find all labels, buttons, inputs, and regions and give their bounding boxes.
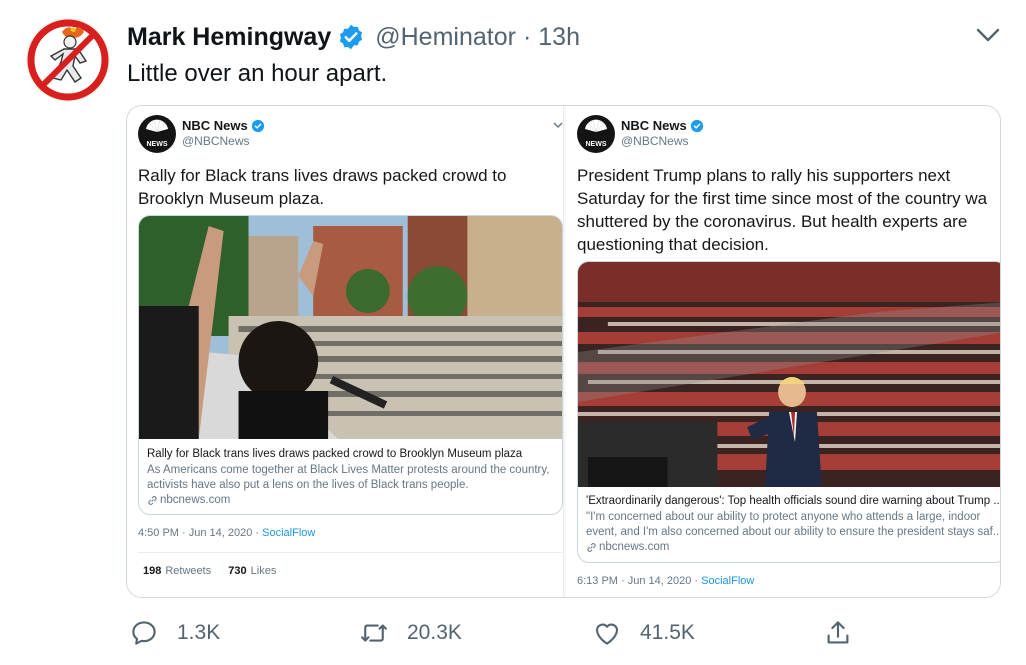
source-name[interactable]: NBC News <box>621 118 704 133</box>
reply-button[interactable]: 1.3K <box>129 615 220 651</box>
source-name-text: NBC News <box>182 118 248 133</box>
tweet-text-line: questioning that decision. <box>577 235 769 254</box>
source-name-text: NBC News <box>621 118 687 133</box>
link-card-title: Rally for Black trans lives draws packed… <box>147 448 523 460</box>
link-card[interactable]: Rally for Black trans lives draws packed… <box>138 215 563 515</box>
retweets-label: Retweets <box>165 565 212 577</box>
separator-dot: · <box>522 22 532 51</box>
chevron-down-icon[interactable] <box>974 24 1002 46</box>
retweets-stat[interactable]: 198 Retweets <box>143 565 211 577</box>
link-icon <box>148 496 157 505</box>
avatar-running-man-image <box>27 19 109 101</box>
like-count: 41.5K <box>640 621 695 644</box>
nbc-logo-icon[interactable]: NEWS <box>577 115 615 153</box>
source-name[interactable]: NBC News <box>182 118 265 133</box>
campaign-rally-photo <box>578 262 1000 487</box>
tweet-header: Mark Hemingway @Heminator · 13h <box>127 20 580 54</box>
embedded-tweet-text: President Trump plans to rally his suppo… <box>577 164 987 256</box>
tweet-text: Little over an hour apart. <box>127 60 388 87</box>
source-app-link[interactable]: SocialFlow <box>701 575 754 587</box>
tweet-text-line: President Trump plans to rally his suppo… <box>577 166 951 185</box>
retweets-count: 198 <box>143 565 162 577</box>
share-icon <box>827 621 849 644</box>
timestamp-text: 4:50 PM · Jun 14, 2020 · <box>138 527 263 539</box>
verified-badge-icon <box>340 24 363 50</box>
tweet-text-line: shuttered by the coronavirus. But health… <box>577 212 968 231</box>
retweet-button[interactable]: 20.3K <box>359 615 462 651</box>
svg-text:NEWS: NEWS <box>586 141 607 148</box>
link-card-domain: nbcnews.com <box>586 540 669 555</box>
rally-crowd-photo <box>139 216 562 439</box>
tweet-text-line: Rally for Black trans lives draws packed… <box>138 166 507 185</box>
timestamp-text: 6:13 PM · Jun 14, 2020 · <box>577 575 702 587</box>
reply-icon <box>132 621 156 645</box>
link-card-description-line: As Americans come together at Black Live… <box>147 464 550 476</box>
tweet-time[interactable]: 13h <box>538 23 580 52</box>
author-avatar[interactable] <box>26 18 110 102</box>
chevron-down-icon[interactable] <box>552 120 564 130</box>
embedded-tweet-text: Rally for Black trans lives draws packed… <box>138 164 506 210</box>
link-card-domain-text: nbcnews.com <box>599 541 670 553</box>
likes-count: 730 <box>228 565 247 577</box>
quoted-tweets-panel: NEWS NBC News @NBCNews Rally for Black t… <box>126 105 1001 598</box>
divider <box>138 552 563 553</box>
likes-label: Likes <box>250 565 277 577</box>
embedded-tweet-right[interactable]: NEWS NBC News @NBCNews President Trump p… <box>566 106 1001 597</box>
tweet-text-line: Brooklyn Museum plaza. <box>138 189 325 208</box>
link-card[interactable]: 'Extraordinarily dangerous': Top health … <box>577 261 1001 563</box>
author-handle[interactable]: @Heminator <box>375 23 516 52</box>
heart-icon <box>595 623 619 645</box>
svg-text:NEWS: NEWS <box>147 141 168 148</box>
nbc-logo-icon[interactable]: NEWS <box>138 115 176 153</box>
link-icon <box>587 543 596 552</box>
link-card-domain-text: nbcnews.com <box>160 494 231 506</box>
link-card-description-line: "I'm concerned about our ability to prot… <box>586 511 981 523</box>
embedded-tweet-timestamp[interactable]: 4:50 PM · Jun 14, 2020 · SocialFlow <box>138 527 315 539</box>
embedded-tweet-timestamp[interactable]: 6:13 PM · Jun 14, 2020 · SocialFlow <box>577 575 754 587</box>
tweet-text-line: Saturday for the first time since most o… <box>577 189 988 208</box>
like-button[interactable]: 41.5K <box>592 615 695 651</box>
author-name[interactable]: Mark Hemingway <box>127 23 331 52</box>
link-card-description-line: activists have also put a lens on the li… <box>147 479 469 491</box>
link-card-title: 'Extraordinarily dangerous': Top health … <box>586 495 1001 507</box>
link-card-description-line: event, and I'm also concerned about our … <box>586 526 1001 538</box>
embedded-tweet-stats: 198 Retweets 730 Likes <box>143 565 276 577</box>
retweet-icon <box>361 624 387 642</box>
source-app-link[interactable]: SocialFlow <box>262 527 315 539</box>
link-card-domain: nbcnews.com <box>147 493 230 508</box>
source-handle[interactable]: @NBCNews <box>182 134 250 148</box>
verified-badge-icon <box>251 119 264 132</box>
retweet-count: 20.3K <box>407 621 462 644</box>
embedded-tweet-left[interactable]: NEWS NBC News @NBCNews Rally for Black t… <box>127 106 564 597</box>
share-button[interactable] <box>823 615 853 651</box>
source-handle[interactable]: @NBCNews <box>621 134 689 148</box>
reply-count: 1.3K <box>177 621 221 644</box>
likes-stat[interactable]: 730 Likes <box>228 565 276 577</box>
verified-badge-icon <box>690 119 703 132</box>
